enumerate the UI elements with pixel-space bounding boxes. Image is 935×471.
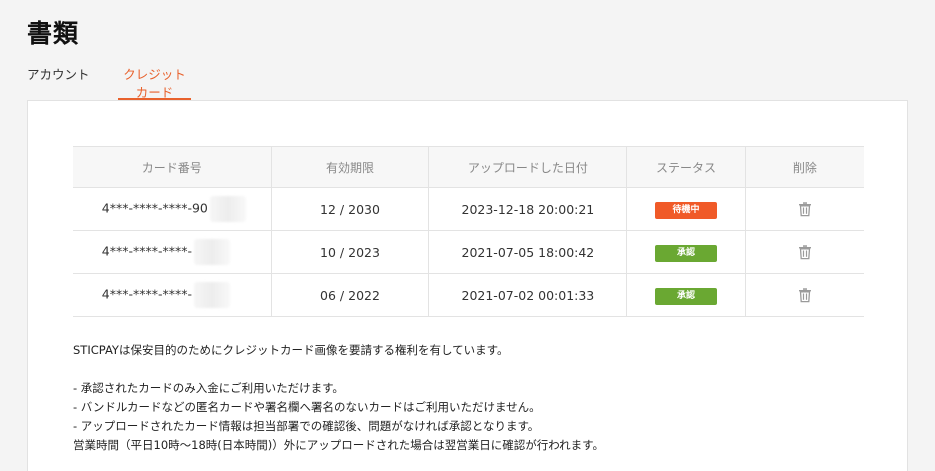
status-badge-pending: 待機中 <box>655 201 718 219</box>
notes-hours: 営業時間（平日10時～18時(日本時間)）外にアップロードされた場合は翌営業日に… <box>73 438 605 452</box>
header-uploaded-date: アップロードした日付 <box>428 146 628 188</box>
trash-icon[interactable] <box>797 201 813 217</box>
card-number-cell: 4***-****-****- <box>73 230 272 274</box>
status-cell: 待機中 <box>626 187 746 231</box>
trash-icon-graphic <box>798 202 811 217</box>
header-status: ステータス <box>626 146 746 188</box>
card-number: 4***-****-****-90 <box>101 196 246 222</box>
card-number-cell: 4***-****-****- <box>73 273 272 317</box>
table-row: 4***-****-****-90 12 / 2030 2023-12-18 2… <box>73 187 864 231</box>
delete-cell <box>745 187 864 231</box>
trash-icon[interactable] <box>797 287 813 303</box>
header-delete: 削除 <box>744 146 864 188</box>
redacted-digits <box>193 282 230 308</box>
trash-icon[interactable] <box>797 244 813 260</box>
trash-icon-graphic <box>798 288 811 303</box>
page-title: 書類 <box>27 19 80 48</box>
document-tabs: アカウント クレジットカード <box>27 66 191 100</box>
status-badge-approved: 承認 <box>655 287 718 305</box>
status-badge-approved: 承認 <box>655 244 718 262</box>
card-number-text: 4***-****-****- <box>101 243 192 259</box>
tab-account[interactable]: アカウント <box>27 66 118 100</box>
notes-intro: STICPAYは保安目的のためにクレジットカード画像を要請する権利を有しています… <box>73 343 509 357</box>
table-row: 4***-****-****- 10 / 2023 2021-07-05 18:… <box>73 230 864 274</box>
credit-card-panel: カード番号 有効期限 アップロードした日付 ステータス 削除 4***-****… <box>27 100 908 471</box>
delete-cell <box>745 230 864 274</box>
table-header-row: カード番号 有効期限 アップロードした日付 ステータス 削除 <box>73 146 864 188</box>
notes-spacer <box>73 360 873 379</box>
card-number: 4***-****-****- <box>102 239 242 265</box>
redacted-digits <box>193 239 230 265</box>
header-expiry: 有効期限 <box>270 146 430 188</box>
card-number-cell: 4***-****-****-90 <box>73 187 272 231</box>
card-number-text: 4***-****-****- <box>101 286 192 302</box>
trash-icon-graphic <box>798 245 811 260</box>
table-row: 4***-****-****- 06 / 2022 2021-07-02 00:… <box>73 273 864 317</box>
expiry-cell: 06 / 2022 <box>271 273 430 317</box>
credit-card-table: カード番号 有効期限 アップロードした日付 ステータス 削除 4***-****… <box>73 146 864 317</box>
status-cell: 承認 <box>626 273 746 317</box>
tab-credit-card[interactable]: クレジットカード <box>118 66 191 100</box>
expiry-cell: 10 / 2023 <box>271 230 430 274</box>
status-cell: 承認 <box>626 230 746 274</box>
card-number-text: 4***-****-****-90 <box>101 200 208 216</box>
delete-cell <box>745 273 864 317</box>
card-notes: STICPAYは保安目的のためにクレジットカード画像を要請する権利を有しています… <box>73 341 873 455</box>
uploaded-date-cell: 2021-07-02 00:01:33 <box>428 273 628 317</box>
notes-item: - 承認されたカードのみ入金にご利用いただけます。 <box>73 381 344 395</box>
expiry-cell: 12 / 2030 <box>271 187 430 231</box>
header-card-number: カード番号 <box>73 146 272 188</box>
notes-item: - アップロードされたカード情報は担当部署での確認後、問題がなければ承認となりま… <box>73 419 540 433</box>
uploaded-date-cell: 2023-12-18 20:00:21 <box>428 187 628 231</box>
uploaded-date-cell: 2021-07-05 18:00:42 <box>428 230 628 274</box>
documents-page: 書類 アカウント クレジットカード カード番号 有効期限 アップロードした日付 … <box>0 0 935 471</box>
card-number: 4***-****-****- <box>102 282 242 308</box>
redacted-digits <box>209 196 246 222</box>
notes-item: - バンドルカードなどの匿名カードや署名欄へ署名のないカードはご利用いただけませ… <box>73 400 541 414</box>
